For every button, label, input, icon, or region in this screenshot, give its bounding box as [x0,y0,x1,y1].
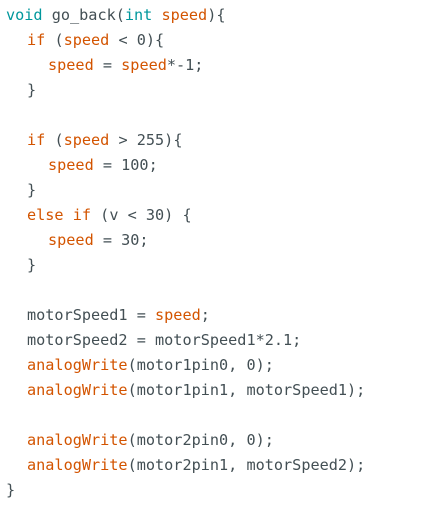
code-token-default: ){ [207,6,226,24]
code-token-default: ( [45,31,64,49]
code-token-default: = [93,56,122,74]
code-token-variable: speed [161,6,208,24]
code-token-default: motorSpeed2 = motorSpeed1*2.1; [27,331,302,349]
code-token-default: } [27,81,37,99]
code-token-variable: if [27,31,46,49]
code-token-default: (motor1pin1, motorSpeed1); [127,381,366,399]
code-token-variable: speed [48,231,94,249]
code-token-keyword: int [124,6,153,24]
code-line[interactable]: analogWrite(motor1pin0, 0); [6,353,365,378]
code-token-default: motorSpeed1 = [27,306,156,324]
code-line[interactable] [6,103,365,128]
code-line[interactable]: if (speed < 0){ [6,28,365,53]
code-token-variable: speed [121,56,167,74]
code-token-default: } [27,181,37,199]
code-editor[interactable]: void go_back(int speed){if (speed < 0){s… [0,0,443,513]
code-token-keyword: void [6,6,43,24]
code-token-default: (motor2pin0, 0); [127,431,274,449]
code-token-default: } [27,256,37,274]
code-line[interactable]: speed = 100; [6,153,365,178]
code-line[interactable]: } [6,253,365,278]
code-token-default: *-1; [166,56,204,74]
code-token-default: go_back( [42,6,125,24]
code-token-default: ( [45,131,64,149]
code-token-variable: analogWrite [27,381,128,399]
code-token-default: (v < 30) { [91,206,192,224]
code-token-variable: if [72,206,92,224]
code-token-variable: analogWrite [27,356,128,374]
code-token-variable: speed [63,131,110,149]
code-token-variable: speed [63,31,110,49]
code-token-variable: speed [48,56,94,74]
code-line[interactable]: } [6,78,365,103]
code-token-default: = 100; [93,156,158,174]
code-token-variable: if [27,131,46,149]
code-line[interactable]: if (speed > 255){ [6,128,365,153]
code-token-default: (motor1pin0, 0); [127,356,274,374]
code-line[interactable] [6,278,365,303]
code-line[interactable]: } [6,178,365,203]
code-token-variable: analogWrite [27,456,128,474]
code-token-default: (motor2pin1, motorSpeed2); [127,456,366,474]
code-token-default: ; [200,306,210,324]
code-line[interactable]: speed = speed*-1; [6,53,365,78]
code-line[interactable]: analogWrite(motor2pin0, 0); [6,428,365,453]
code-line[interactable]: void go_back(int speed){ [6,3,365,28]
code-token-variable: speed [48,156,94,174]
code-line[interactable] [6,403,365,428]
code-line[interactable]: motorSpeed2 = motorSpeed1*2.1; [6,328,365,353]
code-area[interactable]: void go_back(int speed){if (speed < 0){s… [6,3,365,503]
code-token-default: > 255){ [109,131,183,149]
code-line[interactable]: speed = 30; [6,228,365,253]
code-line[interactable]: } [6,478,365,503]
code-token-variable: else [27,206,64,224]
code-token-default: = 30; [93,231,149,249]
code-line[interactable]: else if (v < 30) { [6,203,365,228]
code-token-default [64,206,73,224]
code-line[interactable]: analogWrite(motor2pin1, motorSpeed2); [6,453,365,478]
code-line[interactable]: analogWrite(motor1pin1, motorSpeed1); [6,378,365,403]
code-token-default: < 0){ [109,31,165,49]
code-token-variable: speed [155,306,201,324]
code-token-default: } [6,481,16,499]
code-line[interactable]: motorSpeed1 = speed; [6,303,365,328]
code-token-variable: analogWrite [27,431,128,449]
